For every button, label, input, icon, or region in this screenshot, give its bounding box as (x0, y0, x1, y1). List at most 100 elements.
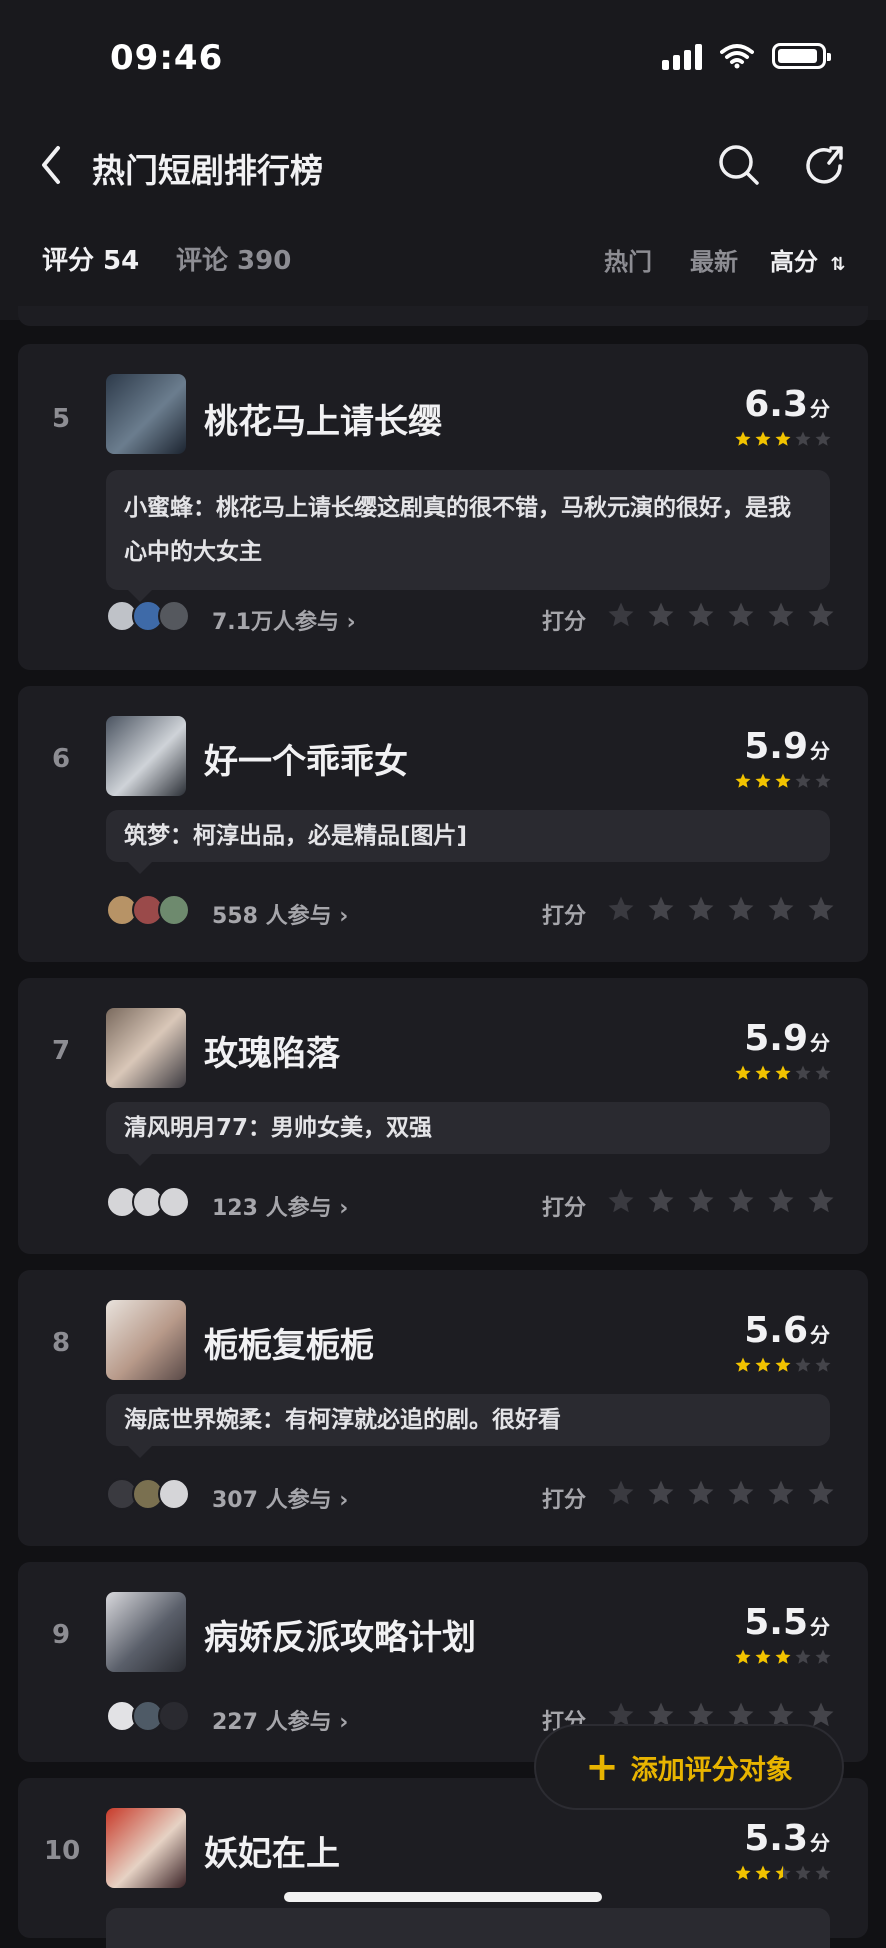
star-icon (755, 1065, 771, 1080)
rate-star-icon[interactable] (726, 1186, 756, 1216)
drama-title[interactable]: 栀栀复栀栀 (204, 1318, 374, 1367)
ranking-card[interactable]: 6 好一个乖乖女 5.9 分 筑梦：柯淳出品，必是精品[图片] 558 人参与 ›… (18, 686, 868, 962)
tab-comment[interactable]: 评论 390 (176, 240, 291, 277)
score-value: 5.6 分 (744, 1310, 830, 1351)
status-icons (662, 42, 831, 70)
rate-stars[interactable] (606, 600, 836, 630)
rate-star-icon[interactable] (606, 600, 636, 630)
rate-star-icon[interactable] (646, 894, 676, 924)
participant-avatars (106, 1478, 190, 1510)
sort-high[interactable]: 高分 ⇅ (770, 242, 845, 277)
star-icon (795, 773, 811, 788)
sort-icon: ⇅ (830, 254, 846, 275)
rate-star-icon[interactable] (646, 600, 676, 630)
rate-star-icon[interactable] (646, 1186, 676, 1216)
star-icon (755, 773, 771, 788)
search-icon[interactable] (714, 140, 764, 190)
rate-star-icon[interactable] (806, 894, 836, 924)
rank-number: 10 (44, 1836, 81, 1866)
add-rating-target-button[interactable]: + 添加评分对象 (534, 1724, 844, 1810)
comment-bubble[interactable] (106, 1908, 830, 1948)
poster-image[interactable] (106, 1300, 186, 1380)
rate-label: 打分 (542, 904, 587, 929)
participants-link[interactable]: 227 人参与 › (212, 1704, 348, 1736)
participants-link[interactable]: 307 人参与 › (212, 1482, 348, 1514)
sort-hot[interactable]: 热门 (604, 242, 652, 277)
star-icon (795, 1357, 811, 1372)
avatar (158, 1700, 190, 1732)
back-button[interactable] (32, 140, 72, 190)
drama-title[interactable]: 病娇反派攻略计划 (204, 1610, 476, 1659)
rate-star-icon[interactable] (686, 894, 716, 924)
rate-star-icon[interactable] (766, 1186, 796, 1216)
drama-title[interactable]: 桃花马上请长缨 (204, 394, 442, 443)
rate-star-icon[interactable] (646, 1478, 676, 1508)
rate-star-icon[interactable] (606, 894, 636, 924)
rate-star-icon[interactable] (726, 600, 756, 630)
comment-bubble[interactable]: 海底世界婉柔：有柯淳就必追的剧。很好看 (106, 1394, 830, 1458)
rank-number: 5 (52, 404, 71, 434)
rank-number: 6 (52, 744, 71, 774)
rate-star-icon[interactable] (806, 600, 836, 630)
ranking-card[interactable]: 5 桃花马上请长缨 6.3 分 小蜜蜂：桃花马上请长缨这剧真的很不错，马秋元演的很… (18, 344, 868, 670)
rate-star-icon[interactable] (726, 894, 756, 924)
status-time: 09:46 (110, 38, 224, 78)
poster-image[interactable] (106, 1592, 186, 1672)
rate-star-icon[interactable] (606, 1478, 636, 1508)
poster-image[interactable] (106, 1808, 186, 1888)
star-icon (795, 1065, 811, 1080)
star-icon (735, 431, 751, 446)
poster-image[interactable] (106, 374, 186, 454)
rate-star-icon[interactable] (726, 1478, 756, 1508)
poster-image[interactable] (106, 716, 186, 796)
star-icon (815, 1357, 831, 1372)
rate-star-icon[interactable] (766, 1478, 796, 1508)
score-stars (734, 430, 832, 448)
drama-title[interactable]: 好一个乖乖女 (204, 734, 408, 783)
tab-score[interactable]: 评分 54 (42, 240, 139, 277)
top-bar: 09:46 热门短剧排行榜 评分 54 评论 390 热门 最新 高分 ⇅ (0, 0, 886, 320)
rank-number: 7 (52, 1036, 71, 1066)
score-value: 5.5 分 (744, 1602, 830, 1643)
ranking-card[interactable]: 7 玫瑰陷落 5.9 分 清风明月77：男帅女美，双强 123 人参与 › 打分 (18, 978, 868, 1254)
star-icon (735, 1865, 751, 1880)
rate-star-icon[interactable] (766, 600, 796, 630)
star-icon (795, 1649, 811, 1664)
participants-link[interactable]: 123 人参与 › (212, 1190, 348, 1222)
score-value: 5.9 分 (744, 1018, 830, 1059)
participant-avatars (106, 1186, 190, 1218)
participant-avatars (106, 600, 190, 632)
drama-title[interactable]: 玫瑰陷落 (204, 1026, 340, 1075)
share-icon[interactable] (800, 140, 850, 190)
participants-link[interactable]: 7.1万人参与 › (212, 604, 356, 636)
rate-star-icon[interactable] (686, 1186, 716, 1216)
card-partial (18, 306, 868, 326)
comment-bubble[interactable]: 清风明月77：男帅女美，双强 (106, 1102, 830, 1166)
rate-stars[interactable] (606, 894, 836, 924)
home-indicator (284, 1892, 602, 1902)
rate-label: 打分 (542, 610, 587, 635)
score-stars (734, 772, 832, 790)
star-icon (815, 431, 831, 446)
rate-star-icon[interactable] (806, 1186, 836, 1216)
rate-star-icon[interactable] (686, 1478, 716, 1508)
score-value: 5.3 分 (744, 1818, 830, 1859)
rate-label: 打分 (542, 1488, 587, 1513)
comment-bubble[interactable]: 筑梦：柯淳出品，必是精品[图片] (106, 810, 830, 874)
star-icon (815, 1065, 831, 1080)
rate-star-icon[interactable] (686, 600, 716, 630)
sort-new[interactable]: 最新 (690, 242, 738, 277)
rate-stars[interactable] (606, 1478, 836, 1508)
drama-title[interactable]: 妖妃在上 (204, 1826, 340, 1875)
poster-image[interactable] (106, 1008, 186, 1088)
rate-star-icon[interactable] (806, 1478, 836, 1508)
ranking-card[interactable]: 8 栀栀复栀栀 5.6 分 海底世界婉柔：有柯淳就必追的剧。很好看 307 人参与… (18, 1270, 868, 1546)
rate-stars[interactable] (606, 1186, 836, 1216)
comment-bubble[interactable]: 小蜜蜂：桃花马上请长缨这剧真的很不错，马秋元演的很好，是我心中的大女主 (106, 470, 830, 602)
rate-label: 打分 (542, 1196, 587, 1221)
rate-star-icon[interactable] (606, 1186, 636, 1216)
wifi-icon (720, 44, 754, 69)
participants-link[interactable]: 558 人参与 › (212, 898, 348, 930)
rate-star-icon[interactable] (766, 894, 796, 924)
score-value: 5.9 分 (744, 726, 830, 767)
